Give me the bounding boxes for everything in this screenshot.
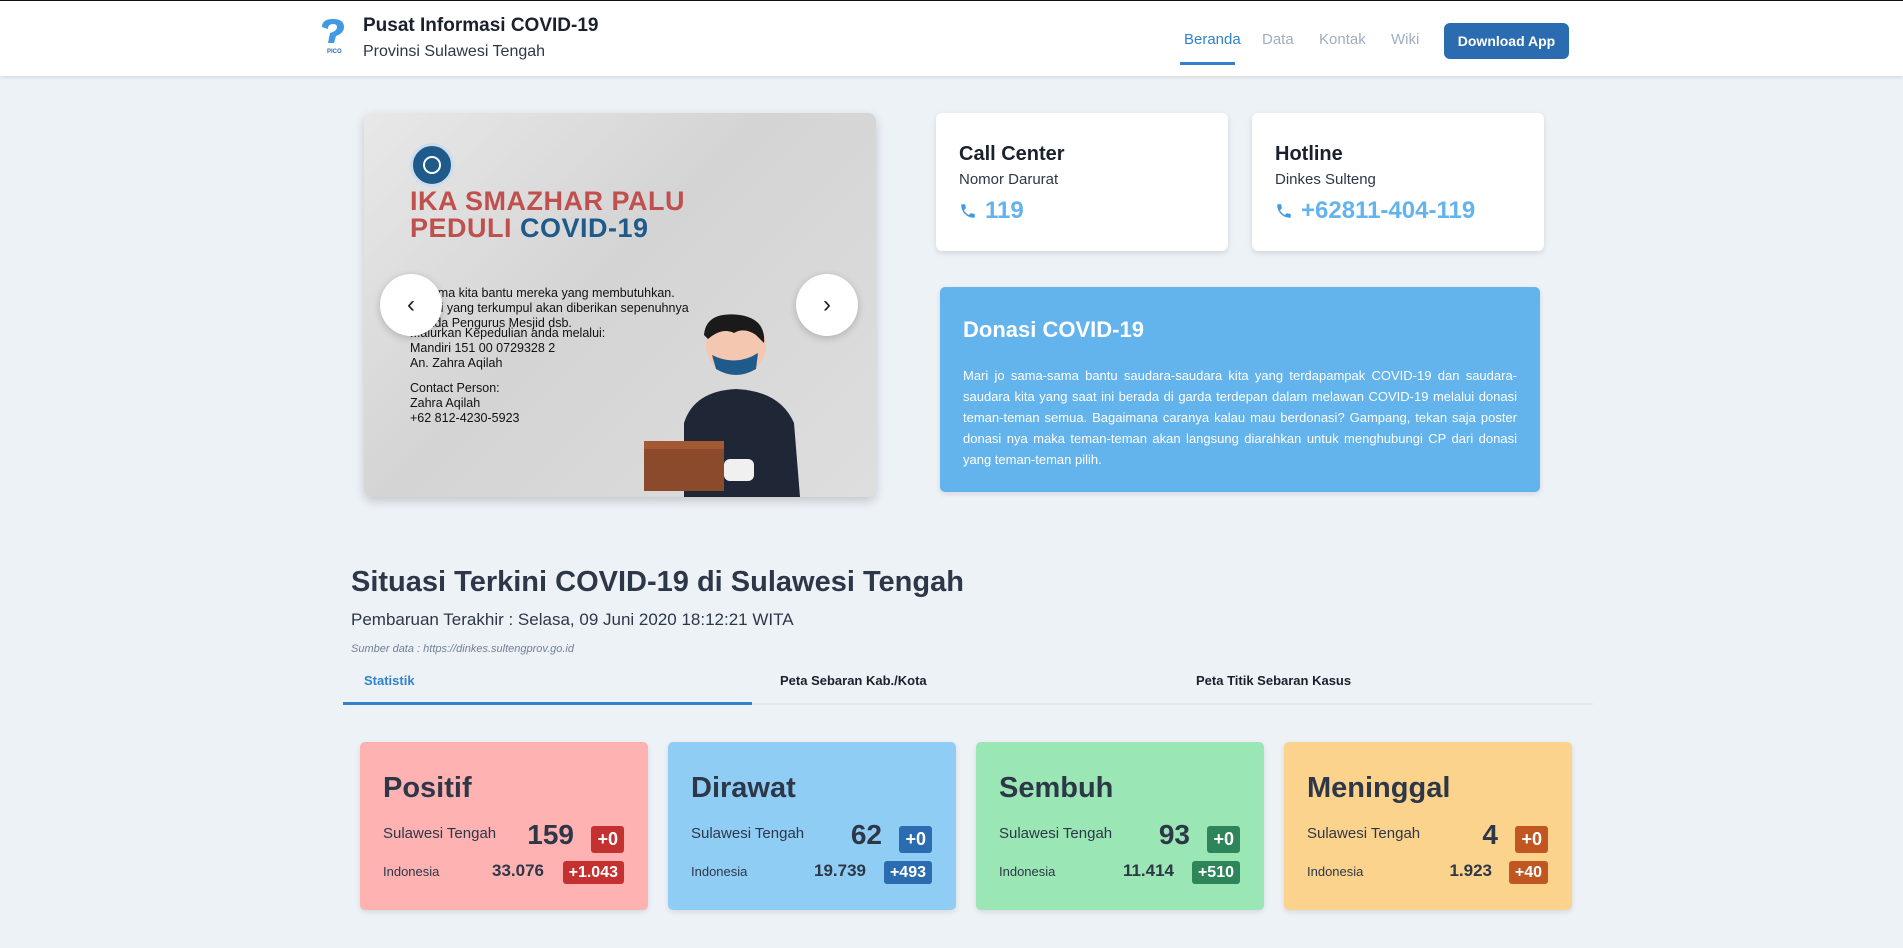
poster-text-line: ...alurkan Kepedulian anda melalui:	[410, 326, 606, 340]
poster-illustration	[644, 314, 800, 497]
stat-title: Positif	[383, 772, 472, 804]
stat-national-delta-badge: +493	[883, 861, 932, 884]
donation-poster-carousel[interactable]: IKA SMAZHAR PALU PEDULI COVID-19 ...rsam…	[364, 113, 876, 497]
poster-text-line: An. Zahra Aqilah	[410, 356, 503, 370]
stat-region-label: Sulawesi Tengah	[1307, 825, 1421, 842]
stat-national-delta-badge: +40	[1508, 861, 1548, 884]
stat-national-label: Indonesia	[383, 864, 440, 879]
stat-region-label: Sulawesi Tengah	[691, 825, 805, 842]
hotline-card: Hotline Dinkes Sulteng +62811-404-119	[1252, 113, 1544, 251]
stat-card-dirawat: Dirawat Sulawesi Tengah 62 +0 Indonesia …	[668, 742, 956, 910]
stat-card-sembuh: Sembuh Sulawesi Tengah 93 +0 Indonesia 1…	[976, 742, 1264, 910]
donation-description: Mari jo sama-sama bantu saudara-saudara …	[963, 368, 1517, 467]
poster-text-line: +62 812-4230-5923	[410, 411, 520, 425]
poster-text-line: ...rsama kita bantu mereka yang membutuh…	[410, 286, 675, 300]
tab-active-indicator	[343, 702, 752, 705]
top-navbar: PICO Pusat Informasi COVID-19 Provinsi S…	[0, 0, 1903, 76]
stat-title: Sembuh	[999, 772, 1114, 804]
tab-peta-titik[interactable]: Peta Titik Sebaran Kasus	[1196, 673, 1351, 688]
stat-card-positif: Positif Sulawesi Tengah 159 +0 Indonesia…	[360, 742, 648, 910]
last-updated: Pembaruan Terakhir : Selasa, 09 Juni 202…	[351, 610, 794, 629]
stat-national-label: Indonesia	[691, 864, 748, 879]
pico-logo-icon[interactable]: PICO	[316, 17, 350, 57]
data-source: Sumber data : https://dinkes.sultengprov…	[351, 643, 574, 655]
donation-info-panel: Donasi COVID-19 Mari jo sama-sama bantu …	[940, 287, 1540, 492]
carousel-next-button[interactable]: ›	[796, 274, 858, 336]
stat-region-value: 93	[1158, 819, 1190, 850]
stat-national-label: Indonesia	[1307, 864, 1364, 879]
stat-national-value: 1.923	[1449, 861, 1492, 880]
stat-region-delta-badge: +0	[1207, 826, 1240, 853]
tab-statistik[interactable]: Statistik	[364, 673, 415, 688]
phone-icon	[961, 204, 975, 218]
nav-active-indicator	[1180, 62, 1235, 65]
hotline-title: Hotline	[1275, 143, 1343, 165]
stat-region-label: Sulawesi Tengah	[383, 825, 497, 842]
nav-beranda[interactable]: Beranda	[1184, 31, 1241, 48]
site-title[interactable]: Pusat Informasi COVID-19	[363, 15, 598, 37]
call-center-subtitle: Nomor Darurat	[959, 171, 1059, 188]
phone-icon	[1277, 204, 1291, 218]
stat-region-delta-badge: +0	[1515, 826, 1548, 853]
site-subtitle: Provinsi Sulawesi Tengah	[363, 43, 546, 60]
poster-text-line: Mandiri 151 00 0729328 2	[410, 341, 556, 355]
stat-national-value: 33.076	[492, 861, 544, 880]
stat-region-label: Sulawesi Tengah	[999, 825, 1113, 842]
nav-kontak[interactable]: Kontak	[1319, 31, 1366, 48]
chevron-left-icon: ‹	[407, 291, 415, 318]
nav-data[interactable]: Data	[1262, 31, 1294, 48]
stat-national-value: 19.739	[814, 861, 866, 880]
tab-peta-sebaran[interactable]: Peta Sebaran Kab./Kota	[780, 673, 927, 688]
stat-national-label: Indonesia	[999, 864, 1056, 879]
download-app-button[interactable]: Download App	[1444, 23, 1569, 59]
call-center-card: Call Center Nomor Darurat 119	[936, 113, 1228, 251]
nav-wiki[interactable]: Wiki	[1391, 31, 1419, 48]
poster-text-line: Contact Person:	[410, 381, 500, 395]
stat-region-value: 4	[1482, 819, 1498, 850]
stat-region-delta-badge: +0	[591, 826, 624, 853]
carousel-prev-button[interactable]: ‹	[380, 274, 442, 336]
poster-text-line: Zahra Aqilah	[410, 396, 481, 410]
hotline-phone[interactable]: +62811-404-119	[1275, 197, 1475, 225]
stat-region-value: 62	[850, 819, 882, 850]
stat-region-delta-badge: +0	[899, 826, 932, 853]
call-center-title: Call Center	[959, 143, 1065, 165]
stat-title: Meninggal	[1307, 772, 1451, 804]
chevron-right-icon: ›	[823, 291, 831, 318]
stat-national-delta-badge: +510	[1191, 861, 1240, 884]
logo-text: PICO	[327, 49, 342, 55]
donation-title: Donasi COVID-19	[963, 317, 1144, 342]
stat-region-value: 159	[527, 819, 574, 850]
stat-national-delta-badge: +1.043	[562, 861, 624, 884]
stat-card-meninggal: Meninggal Sulawesi Tengah 4 +0 Indonesia…	[1284, 742, 1572, 910]
situation-title: Situasi Terkini COVID-19 di Sulawesi Ten…	[351, 566, 964, 598]
stat-title: Dirawat	[691, 772, 796, 804]
situation-tabs: Statistik Peta Sebaran Kab./Kota Peta Ti…	[343, 665, 1593, 705]
hotline-subtitle: Dinkes Sulteng	[1275, 171, 1376, 188]
poster-seal-icon	[410, 143, 454, 187]
stat-national-value: 11.414	[1122, 861, 1174, 880]
call-center-phone[interactable]: 119	[959, 197, 1024, 225]
poster-subheading: PEDULI COVID-19	[410, 213, 649, 243]
